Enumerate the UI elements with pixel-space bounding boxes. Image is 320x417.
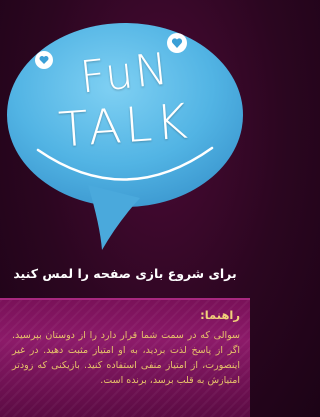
logo-speech-bubble: FuN TALK: [0, 0, 250, 260]
guide-panel: راهنما: سوالی که در سمت شما قرار دارد را…: [0, 298, 250, 417]
guide-title: راهنما:: [200, 308, 240, 322]
guide-text: سوالی که در سمت شما قرار دارد را از دوست…: [12, 330, 240, 386]
tap-to-start-prompt[interactable]: برای شروع بازی صفحه را لمس کنید: [0, 266, 250, 281]
start-screen[interactable]: FuN TALK برای شروع بازی صفحه را لمس کنید…: [0, 0, 250, 417]
